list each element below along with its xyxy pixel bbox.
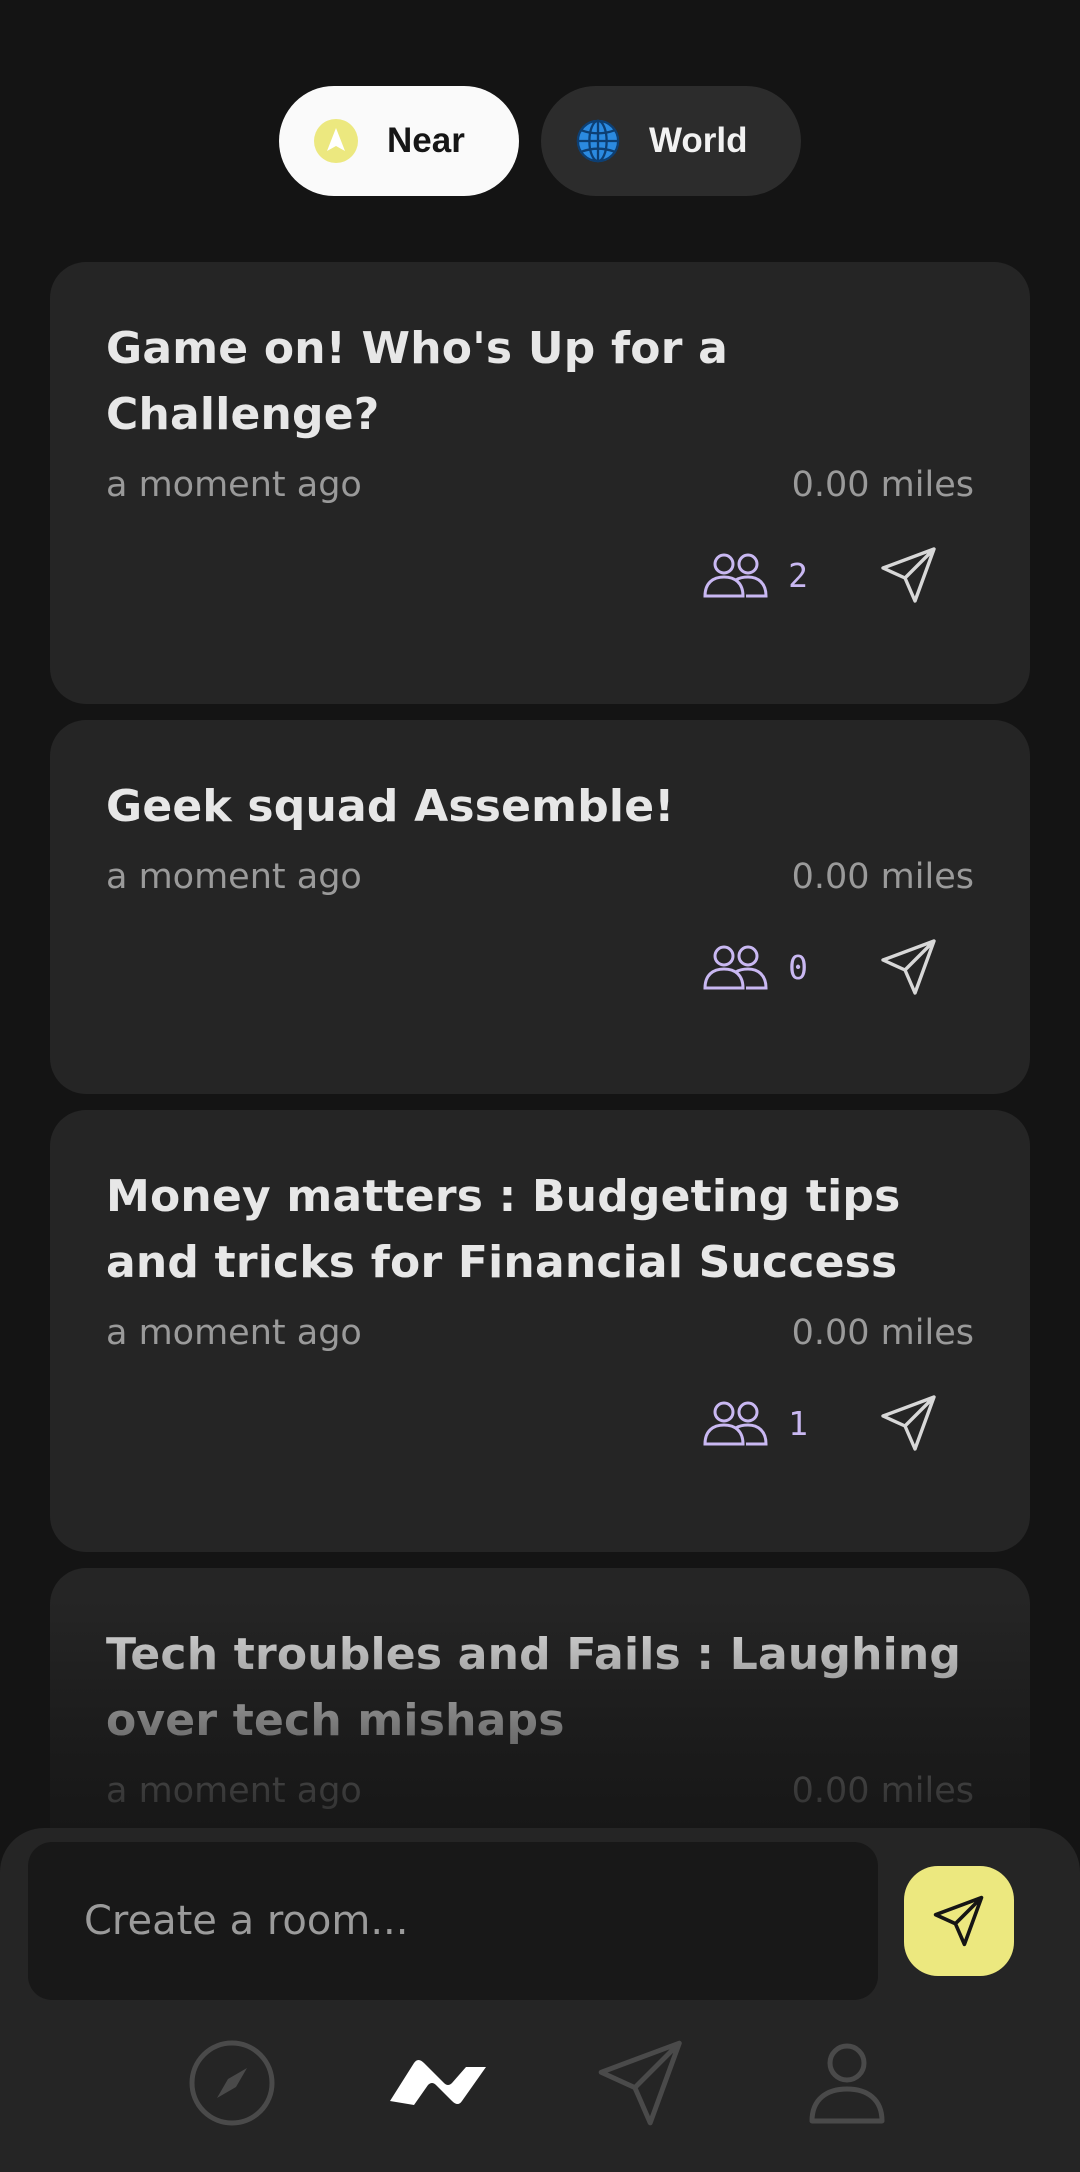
world-tab[interactable]: World	[541, 86, 801, 196]
members-indicator: 0	[702, 943, 808, 991]
room-title: Game on! Who's Up for a Challenge?	[106, 323, 729, 440]
members-indicator: 1	[702, 1399, 808, 1447]
nav-explore[interactable]	[177, 2028, 287, 2138]
compass-icon	[189, 2040, 275, 2126]
people-icon	[703, 945, 768, 990]
location-toggle: Near World	[0, 86, 1080, 196]
share-room-button[interactable]	[874, 540, 944, 610]
nav-messages[interactable]	[586, 2028, 696, 2138]
room-title: Geek squad Assemble!	[106, 781, 675, 832]
members-count: 1	[788, 1403, 808, 1443]
members-count: 2	[788, 555, 808, 595]
send-icon	[881, 1395, 936, 1451]
room-card[interactable]: Money matters : Budgeting tips and trick…	[50, 1110, 1030, 1552]
nav-profile[interactable]	[792, 2028, 902, 2138]
profile-icon	[809, 2043, 885, 2124]
room-time: a moment ago	[106, 1313, 362, 1353]
navigation-arrow-icon	[313, 118, 359, 164]
room-time: a moment ago	[106, 1771, 362, 1811]
members-indicator: 2	[702, 551, 808, 599]
share-room-button[interactable]	[874, 932, 944, 1002]
room-time: a moment ago	[106, 465, 362, 505]
nav-activity[interactable]	[383, 2028, 493, 2138]
globe-icon	[575, 118, 621, 164]
send-icon	[933, 1895, 984, 1947]
people-icon	[703, 553, 768, 598]
room-title: Money matters : Budgeting tips and trick…	[106, 1171, 901, 1288]
near-label: Near	[387, 121, 465, 160]
share-room-button[interactable]	[874, 1388, 944, 1458]
members-count: 0	[788, 947, 808, 987]
send-icon	[881, 547, 936, 603]
activity-icon	[390, 2060, 486, 2105]
world-label: World	[649, 121, 748, 160]
near-tab[interactable]: Near	[279, 86, 519, 196]
room-distance: 0.00 miles	[791, 1771, 974, 1811]
room-distance: 0.00 miles	[791, 465, 974, 505]
room-card[interactable]: Geek squad Assemble! a moment ago 0.00 m…	[50, 720, 1030, 1094]
room-distance: 0.00 miles	[791, 857, 974, 897]
room-title: Tech troubles and Fails : Laughing over …	[106, 1629, 962, 1746]
room-feed: Game on! Who's Up for a Challenge? a mom…	[50, 262, 1030, 2026]
send-icon	[598, 2040, 682, 2126]
bottom-nav	[0, 2028, 1080, 2148]
bottom-dock	[0, 1828, 1080, 2172]
create-room-send-button[interactable]	[904, 1866, 1014, 1976]
room-distance: 0.00 miles	[791, 1313, 974, 1353]
room-card[interactable]: Game on! Who's Up for a Challenge? a mom…	[50, 262, 1030, 704]
room-time: a moment ago	[106, 857, 362, 897]
create-room-input[interactable]	[28, 1842, 878, 2000]
people-icon	[703, 1401, 768, 1446]
send-icon	[881, 939, 936, 995]
